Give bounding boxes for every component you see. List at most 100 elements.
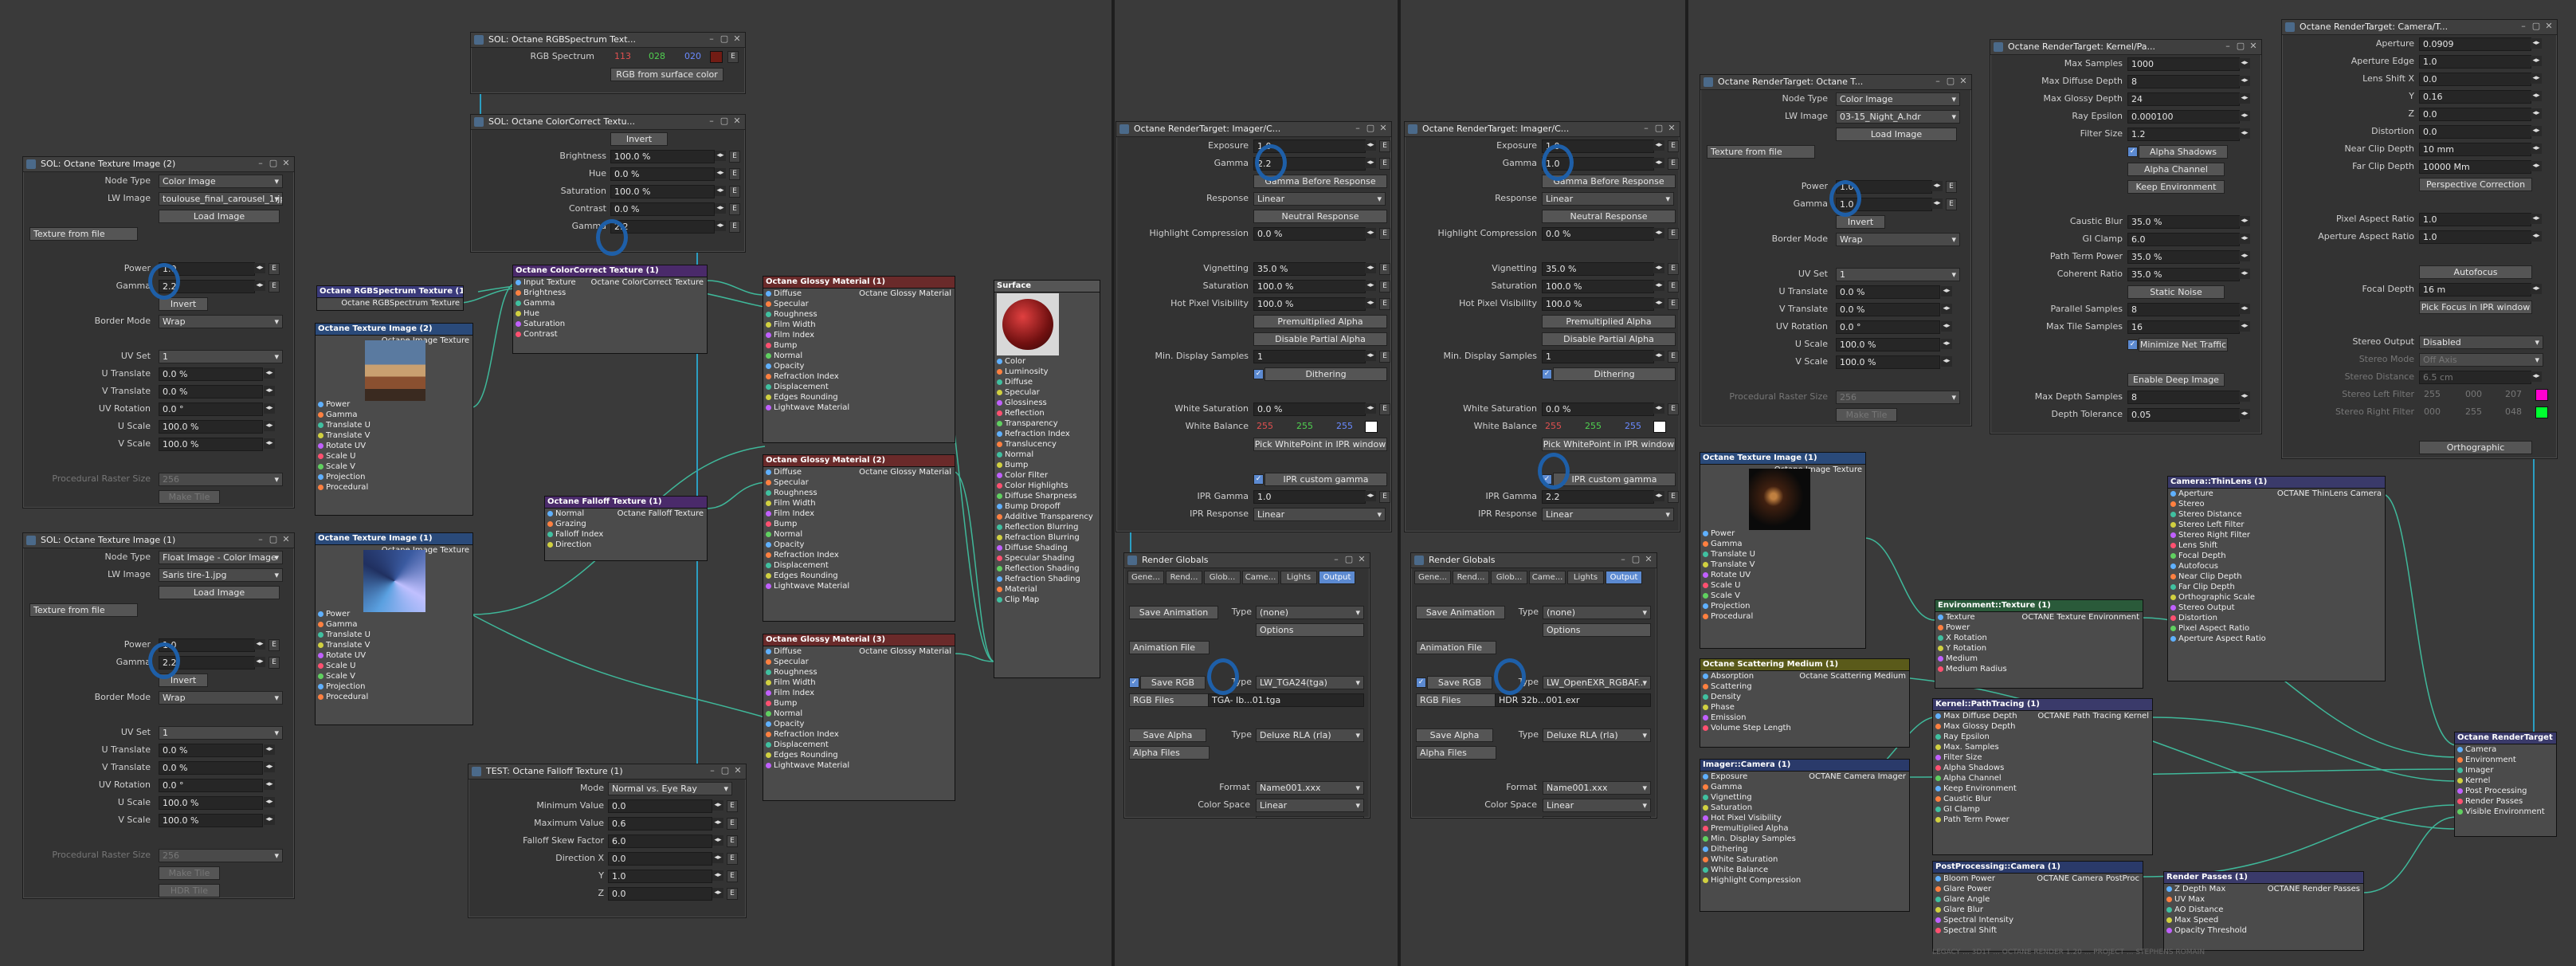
minimize-icon[interactable]: –: [1933, 77, 1943, 86]
node-output-port[interactable]: Octane RGBSpectrum Texture: [341, 299, 460, 308]
node-input-port[interactable]: Glare Power: [1933, 884, 2143, 894]
node-input-port[interactable]: Normal: [763, 529, 955, 540]
node-input-port[interactable]: Scattering: [1700, 681, 1909, 692]
type-dropdown[interactable]: (none): [1256, 606, 1364, 619]
close-icon[interactable]: ✕: [2249, 41, 2258, 51]
node-input-port[interactable]: Pixel Aspect Ratio: [2168, 623, 2385, 634]
stepper-arrows[interactable]: ◂▸: [715, 186, 726, 196]
node-input-port[interactable]: Falloff Index: [545, 529, 707, 540]
node-input-port[interactable]: Film Index: [763, 509, 955, 519]
node-input-port[interactable]: Bump: [994, 460, 1100, 470]
wb-blue-value[interactable]: 255: [1625, 418, 1641, 435]
stepper-arrows[interactable]: ◂▸: [1931, 198, 1943, 209]
node-input-port[interactable]: Aperture: [2168, 489, 2385, 499]
node-input-port[interactable]: Film Index: [763, 688, 955, 698]
highlight-compression-field[interactable]: 0.0 %: [1542, 227, 1654, 241]
stereo-output-dropdown[interactable]: Disabled: [2419, 336, 2543, 349]
minimize-icon[interactable]: –: [256, 535, 265, 544]
envelope-button[interactable]: E: [729, 168, 740, 180]
node-input-port[interactable]: Texture: [1935, 612, 2143, 622]
node-input-port[interactable]: Imager: [2455, 765, 2556, 776]
node-input-port[interactable]: Keep Environment: [1933, 783, 2152, 794]
panel-titlebar[interactable]: Octane RenderTarget: Kernel/Pa... – ▢ ✕: [1990, 40, 2261, 55]
rgb-files-button[interactable]: RGB Files: [1416, 693, 1496, 707]
texture-from-file-button[interactable]: Texture from file: [29, 227, 138, 241]
envelope-button[interactable]: E: [1668, 140, 1679, 152]
minimize-icon[interactable]: –: [707, 116, 716, 126]
value-field[interactable]: 100.0 %: [159, 814, 263, 827]
node-input-port[interactable]: Procedural: [316, 482, 472, 493]
tab-3[interactable]: Came...: [1529, 571, 1566, 584]
node-input-port[interactable]: Grazing: [545, 519, 707, 529]
texture-from-file-button[interactable]: Texture from file: [29, 603, 138, 617]
stepper-arrows[interactable]: ◂▸: [715, 203, 726, 214]
rgb-files-button[interactable]: RGB Files: [1129, 693, 1210, 707]
node-input-port[interactable]: Projection: [316, 472, 472, 482]
stepper-arrows[interactable]: ◂▸: [1653, 228, 1664, 238]
rgb-file-path[interactable]: TGA- Ib...01.tga: [1208, 693, 1364, 707]
envelope-button[interactable]: E: [1379, 140, 1390, 152]
value-field[interactable]: 0.0: [2419, 73, 2531, 86]
node-input-port[interactable]: Max Glossy Depth: [1933, 721, 2152, 732]
value-field[interactable]: 100.0 %: [159, 420, 263, 434]
stepper-arrows[interactable]: ◂▸: [1365, 263, 1376, 273]
dithering-toggle[interactable]: Dithering: [1264, 367, 1387, 381]
stepper-arrows[interactable]: ◂▸: [715, 151, 726, 161]
close-icon[interactable]: ✕: [1378, 124, 1388, 133]
maximize-icon[interactable]: ▢: [1946, 77, 1955, 86]
value-field[interactable]: 0.0 °: [159, 779, 263, 792]
node-input-port[interactable]: Bump Dropoff: [994, 501, 1100, 512]
filter-r[interactable]: 000: [2424, 403, 2441, 421]
keep-environment-button[interactable]: Keep Environment: [2127, 180, 2225, 194]
node-input-port[interactable]: Aperture Aspect Ratio: [2168, 634, 2385, 644]
node-input-port[interactable]: Diffuse: [763, 646, 955, 657]
node-type-dropdown[interactable]: Color Image: [159, 175, 283, 188]
value-field[interactable]: 24: [2127, 92, 2240, 106]
stepper-arrows[interactable]: ◂▸: [254, 657, 265, 667]
maximize-icon[interactable]: ▢: [2236, 41, 2245, 51]
stepper-arrows[interactable]: ◂▸: [1653, 281, 1664, 291]
min-display-samples-field[interactable]: 1: [1542, 350, 1654, 363]
panel-titlebar[interactable]: SOL: Octane RGBSpectrum Text... – ▢ ✕: [471, 33, 745, 48]
close-icon[interactable]: ✕: [1958, 77, 1968, 86]
node-input-port[interactable]: Path Term Power: [1933, 815, 2152, 825]
filter-swatch[interactable]: [2535, 406, 2548, 418]
node-input-port[interactable]: Diffuse: [994, 377, 1100, 387]
node-input-port[interactable]: Absorption: [1700, 671, 1909, 681]
animation-file-button[interactable]: Animation File: [1416, 641, 1496, 654]
node-input-port[interactable]: Stereo Left Filter: [2168, 520, 2385, 530]
stepper-arrows[interactable]: ◂▸: [1653, 158, 1664, 168]
stepper-arrows[interactable]: ◂▸: [1365, 140, 1376, 151]
stepper-arrows[interactable]: ◂▸: [2531, 231, 2542, 242]
value-field[interactable]: 0.0 %: [159, 744, 263, 757]
node-input-port[interactable]: AO Distance: [2164, 905, 2363, 915]
value-field[interactable]: 1.0: [608, 870, 712, 883]
node-input-port[interactable]: Max. Samples: [1933, 742, 2152, 752]
value-field[interactable]: 0.0 %: [159, 367, 263, 381]
node-input-port[interactable]: White Balance: [1700, 865, 1909, 875]
node-input-port[interactable]: Bump: [763, 698, 955, 709]
node-input-port[interactable]: Diffuse Shading: [994, 543, 1100, 553]
node-input-port[interactable]: Luminosity: [994, 367, 1100, 377]
stepper-arrows[interactable]: ◂▸: [2239, 321, 2250, 332]
checkbox[interactable]: ✓: [1542, 369, 1552, 379]
save-rgb-button[interactable]: Save RGB: [1140, 676, 1206, 689]
stepper-arrows[interactable]: ◂▸: [712, 800, 723, 811]
node-input-port[interactable]: Scale U: [316, 451, 472, 461]
close-icon[interactable]: ✕: [1667, 124, 1676, 133]
stepper-arrows[interactable]: ◂▸: [2531, 214, 2542, 224]
stepper-arrows[interactable]: ◂▸: [1653, 491, 1664, 501]
stepper-arrows[interactable]: ◂▸: [264, 815, 275, 825]
node-input-port[interactable]: Environment: [2455, 755, 2556, 765]
checkbox[interactable]: ✓: [1253, 369, 1264, 379]
stereo-distance-field[interactable]: 6.5 cm: [2419, 371, 2531, 384]
value-field[interactable]: 8: [2127, 75, 2240, 88]
premultiplied-alpha-button[interactable]: Premultiplied Alpha: [1542, 315, 1676, 328]
node-input-port[interactable]: Opacity: [763, 540, 955, 550]
panel-titlebar[interactable]: SOL: Octane Texture Image (2) – ▢ ✕: [23, 157, 294, 172]
node-render-passes[interactable]: Render Passes (1) OCTANE Render Passes Z D…: [2163, 871, 2364, 951]
envelope-button[interactable]: E: [729, 203, 740, 215]
stepper-arrows[interactable]: ◂▸: [2239, 216, 2250, 226]
stepper-arrows[interactable]: ◂▸: [1365, 281, 1376, 291]
tab-0[interactable]: Gene...: [1127, 571, 1164, 584]
